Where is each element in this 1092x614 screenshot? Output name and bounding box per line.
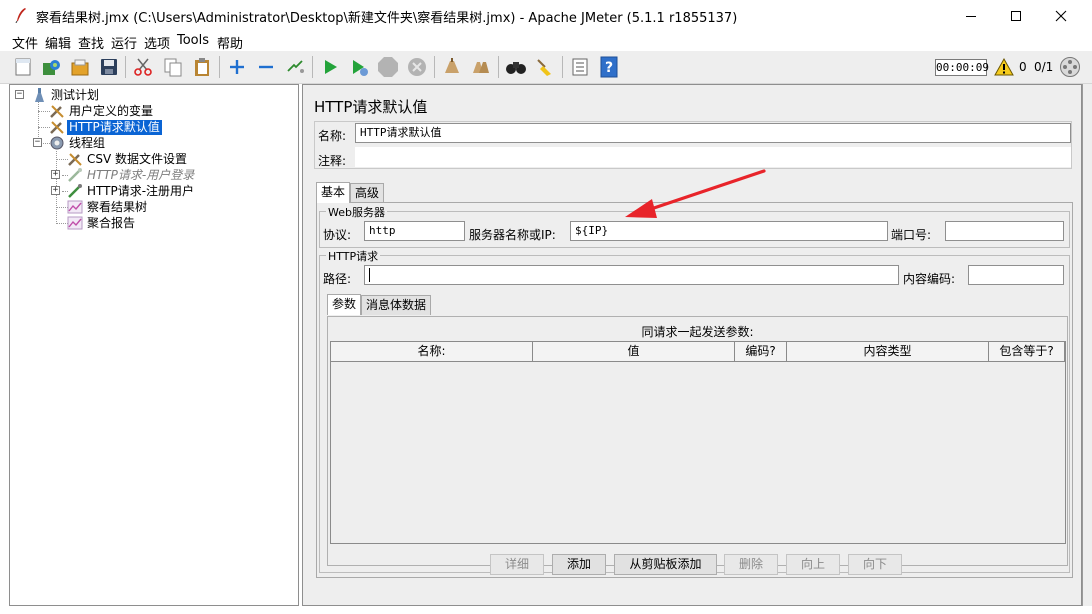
tab-parameters[interactable]: 参数 bbox=[327, 294, 361, 315]
tab-basic[interactable]: 基本 bbox=[316, 182, 350, 203]
annotation-arrow bbox=[625, 169, 766, 218]
